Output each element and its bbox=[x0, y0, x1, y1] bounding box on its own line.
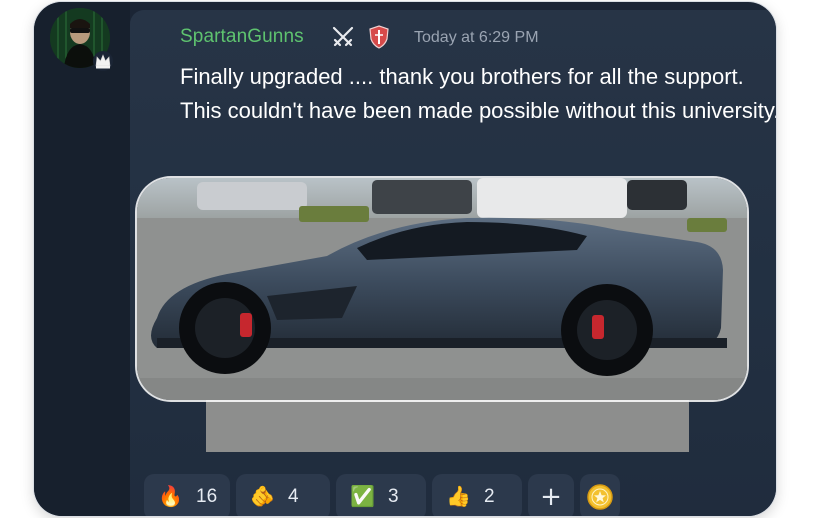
message-text: Finally upgraded .... thank you brothers… bbox=[180, 64, 776, 123]
reaction-thumbs-up[interactable]: 👍 2 bbox=[432, 474, 522, 516]
check-mark-icon: ✅ bbox=[350, 486, 375, 508]
add-reaction-button[interactable]: + bbox=[528, 474, 574, 516]
username[interactable]: SpartanGunns bbox=[180, 26, 304, 48]
coin-reaction-button[interactable] bbox=[580, 474, 620, 516]
reaction-pointing-hand[interactable]: 🫵 4 bbox=[236, 474, 330, 516]
message-gutter bbox=[34, 2, 130, 516]
chat-card: SpartanGunns Today at 6:29 PM Finally up… bbox=[34, 2, 776, 516]
reaction-count: 16 bbox=[196, 486, 218, 507]
coin-icon bbox=[587, 484, 613, 510]
reaction-count: 3 bbox=[388, 486, 399, 507]
pointing-hand-icon: 🫵 bbox=[250, 486, 275, 508]
shield-icon bbox=[369, 25, 389, 49]
fire-icon: 🔥 bbox=[158, 486, 183, 508]
attached-car-photo[interactable] bbox=[137, 178, 747, 400]
reaction-fire[interactable]: 🔥 16 bbox=[144, 474, 230, 516]
crown-icon bbox=[93, 51, 113, 71]
reaction-count: 2 bbox=[484, 486, 495, 507]
crossed-swords-icon bbox=[332, 26, 354, 47]
thumbs-up-icon: 👍 bbox=[446, 486, 471, 508]
reactions-bar: 🔥 16 🫵 4 ✅ 3 👍 2 + bbox=[144, 474, 620, 516]
reaction-count: 4 bbox=[288, 486, 299, 507]
reaction-check-mark[interactable]: ✅ 3 bbox=[336, 474, 426, 516]
message-timestamp: Today at 6:29 PM bbox=[414, 29, 539, 46]
